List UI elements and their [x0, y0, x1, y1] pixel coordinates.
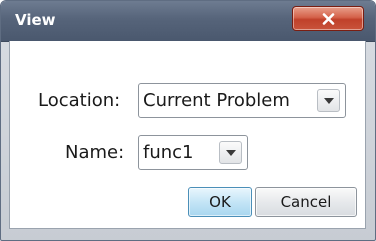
- view-dialog: View Location: Current Problem Name: fun…: [0, 0, 376, 241]
- ok-button[interactable]: OK: [188, 187, 252, 217]
- location-dropdown[interactable]: Current Problem: [138, 83, 346, 118]
- chevron-down-icon: [226, 150, 236, 156]
- close-icon: [322, 13, 335, 25]
- name-dropdown[interactable]: func1: [138, 135, 248, 170]
- dialog-title: View: [15, 11, 56, 29]
- location-label: Location:: [38, 90, 121, 111]
- cancel-button[interactable]: Cancel: [255, 187, 357, 217]
- name-label: Name:: [65, 142, 125, 163]
- chevron-down-icon: [324, 98, 334, 104]
- name-value: func1: [143, 142, 194, 163]
- close-button[interactable]: [292, 6, 364, 31]
- dialog-body: Location: Current Problem Name: func1 OK…: [9, 41, 366, 229]
- location-dropdown-arrow[interactable]: [317, 89, 340, 112]
- name-dropdown-arrow[interactable]: [219, 141, 242, 164]
- location-value: Current Problem: [143, 90, 290, 111]
- title-bar[interactable]: View: [1, 1, 375, 42]
